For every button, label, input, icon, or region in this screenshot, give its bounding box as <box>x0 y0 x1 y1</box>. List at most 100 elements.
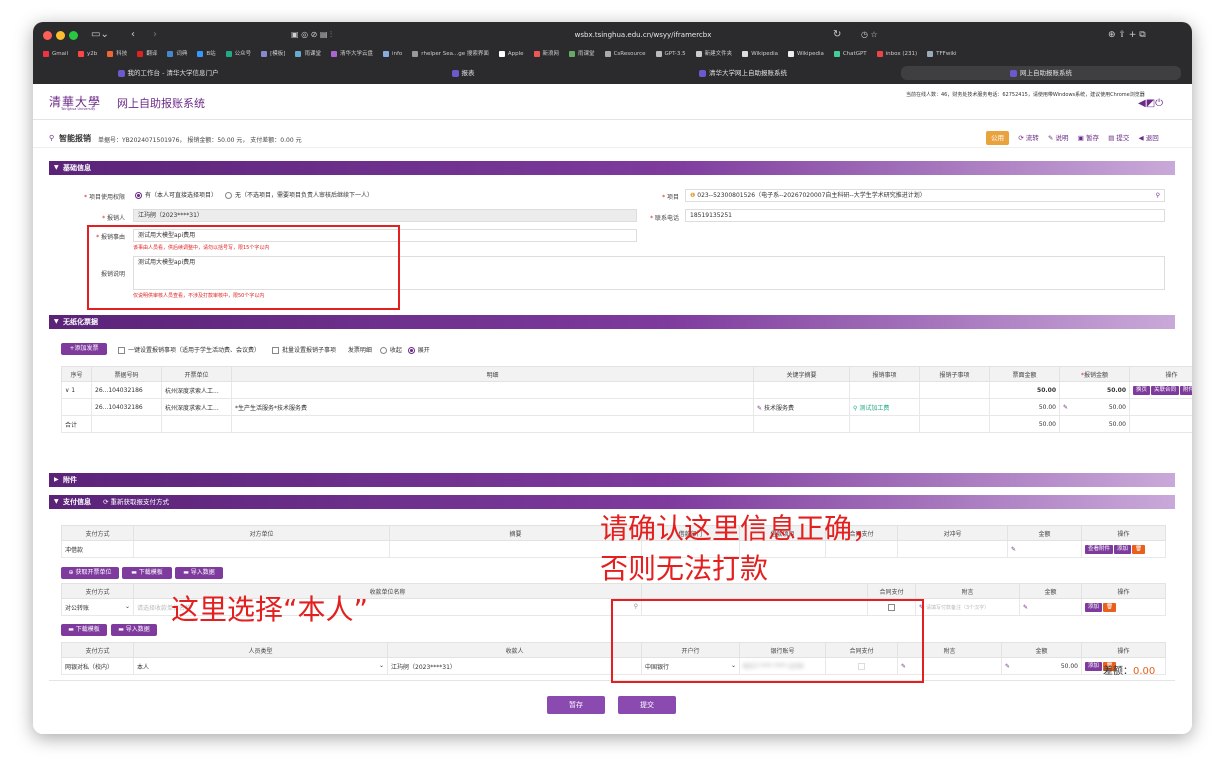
add-button[interactable]: 添加 <box>1085 602 1103 612</box>
bookmark-item[interactable]: 词典 <box>167 47 187 61</box>
radio-has-permission[interactable]: 有（本人可直接选择项目） <box>135 192 217 199</box>
payee-select[interactable]: 江玙舸（2023****31） <box>387 657 642 675</box>
col-header: 金额 <box>1019 583 1082 599</box>
add-invoice-button[interactable]: +添加发票 <box>61 343 107 355</box>
bookmark-item[interactable]: 雨课堂 <box>295 47 321 61</box>
header-icons[interactable]: ◀◩⏻ <box>1138 98 1163 109</box>
col-header: 票据号码 <box>91 366 162 382</box>
section-payment[interactable]: ▼ 支付信息 ⟳ 重新获取报支付方式 <box>49 495 1175 509</box>
phone-label: * 联系电话 <box>650 215 679 222</box>
url-bar[interactable]: wsbx.tsinghua.edu.cn/wsyy/iframercbx <box>523 28 763 42</box>
view-attachment-button[interactable]: 查看附件 <box>1085 544 1114 554</box>
bookmark-item[interactable]: rhelper Sea...ge 搜索界面 <box>412 47 489 61</box>
row-ops: 添加 🗑 <box>1081 598 1166 616</box>
note-field[interactable]: ✎ 请填写付款备注（3个汉字） <box>915 598 1020 616</box>
phone-field[interactable]: 18519135251 <box>685 209 1165 222</box>
reimb-amount-cell[interactable]: ✎ 50.00 <box>1059 398 1130 416</box>
public-button[interactable]: 公用 <box>986 131 1009 145</box>
import-data-button[interactable]: ▬ 导入数据 <box>175 567 223 579</box>
payment-method: 网银对私（校内） <box>61 657 134 675</box>
zoom-window-button[interactable] <box>69 31 78 40</box>
return-button[interactable]: ◀ 退回 <box>1139 131 1159 145</box>
link-contract-button[interactable]: 关联合同 <box>1151 385 1180 395</box>
close-window-button[interactable] <box>43 31 52 40</box>
bookmark-item[interactable]: ChatGPT <box>833 47 867 61</box>
attachment-button[interactable]: 附件 <box>1180 385 1192 395</box>
person-type-select[interactable]: 本人 ⌄ <box>133 657 388 675</box>
bookmark-item[interactable]: 清华大学云盘 <box>330 47 373 61</box>
radio-collapse[interactable]: 收起 <box>379 347 402 354</box>
section-basic-info[interactable]: ▼ 基础信息 <box>49 161 1175 175</box>
save-draft-button[interactable]: ▣ 暂存 <box>1078 131 1099 145</box>
bookmark-item[interactable]: B站 <box>197 47 216 61</box>
bookmark-item[interactable]: [模板] <box>261 47 285 61</box>
one-click-items-checkbox[interactable]: 一键设置报销事项（适用于学生活动费、会议费） <box>118 347 260 354</box>
reporter-field[interactable]: 江玙舸（2023****31） <box>133 209 637 222</box>
bookmark-item[interactable]: inbox (231) <box>876 47 917 61</box>
back-icon[interactable]: ‹ <box>131 29 135 41</box>
row-no <box>61 398 92 416</box>
tab-report[interactable]: 报表 <box>333 66 593 80</box>
project-field[interactable]: ❶ 023--52300801526（电子系--20267020007自主科研-… <box>685 189 1165 202</box>
submit-button[interactable]: ▤ 提交 <box>1108 131 1129 145</box>
bookmark-item[interactable]: TFFwiki <box>927 47 957 61</box>
bookmark-item[interactable]: 公众号 <box>225 47 251 61</box>
bookmark-item[interactable]: y2b <box>78 47 97 61</box>
fetch-issuer-button[interactable]: ⊕ 获取开票单位 <box>61 567 119 579</box>
keyword-cell[interactable]: ✎ 技术服务费 <box>753 398 850 416</box>
bookmark-item[interactable]: info <box>382 47 402 61</box>
reload-icon[interactable]: ↻ <box>833 29 841 41</box>
project-usage-label: * 项目使用权限 <box>84 194 125 201</box>
total-reimb: 50.00 <box>1059 415 1130 433</box>
sidebar-icon[interactable]: ▭⌄ <box>91 29 109 41</box>
bookmark-item[interactable]: Wikipedia <box>742 47 778 61</box>
item-cell[interactable]: ⚲ 测试加工费 <box>849 398 920 416</box>
submit-footer-button[interactable]: 提交 <box>618 696 676 714</box>
flow-button[interactable]: ⟳ 流转 <box>1018 131 1039 145</box>
bookmark-item[interactable]: Apple <box>498 47 524 61</box>
star-icon[interactable]: ◷ ☆ <box>861 29 878 41</box>
bookmark-item[interactable]: 新浪网 <box>533 47 559 61</box>
bookmark-item[interactable]: Gmail <box>43 47 68 61</box>
save-draft-footer-button[interactable]: 暂存 <box>547 696 605 714</box>
amount-cell[interactable]: ✎ <box>1007 540 1082 558</box>
col-header: 附言 <box>915 583 1020 599</box>
radio-expand[interactable]: 展开 <box>407 347 430 354</box>
toolbar-right-icons[interactable]: ⊕ ⇪ + ⧉ <box>1108 29 1146 41</box>
extensions-icon[interactable]: ▣ ◎ ⊘ ▤ ⫶ <box>291 29 332 41</box>
bookmark-item[interactable]: CsResource <box>604 47 646 61</box>
tab-portal[interactable]: 我的工作台 - 清华大学信息门户 <box>43 66 293 80</box>
bookmark-item[interactable]: 新建文件夹 <box>695 47 732 61</box>
change-button[interactable]: 换页 <box>1133 385 1151 395</box>
amount-cell[interactable]: ✎ 50.00 <box>1001 657 1082 675</box>
add-button[interactable]: 添加 <box>1085 661 1103 671</box>
amount-cell[interactable]: ✎ <box>1019 598 1082 616</box>
minimize-window-button[interactable] <box>56 31 65 40</box>
tab-reimburse[interactable]: 清华大学网上自助报账系统 <box>613 66 873 80</box>
download-template-button[interactable]: ▬ 下载模板 <box>122 567 172 579</box>
refetch-payment-link[interactable]: ⟳ 重新获取报支付方式 <box>103 498 169 506</box>
bookmark-item[interactable]: 科技 <box>107 47 127 61</box>
import-data-button-2[interactable]: ▬ 导入数据 <box>111 624 157 636</box>
bookmark-item[interactable]: 翻译 <box>137 47 157 61</box>
bookmark-item[interactable]: GPT-3.5 <box>655 47 686 61</box>
section-invoices[interactable]: ▼ 无纸化票据 <box>49 315 1175 329</box>
issuer: 杭州深度求索人工... <box>161 381 232 399</box>
delete-icon[interactable]: 🗑 <box>1103 602 1116 612</box>
download-template-button-2[interactable]: ▬ 下载模板 <box>61 624 107 636</box>
help-button[interactable]: ✎ 说明 <box>1048 131 1069 145</box>
bookmark-item[interactable]: 雨课堂 <box>569 47 595 61</box>
forward-icon[interactable]: › <box>153 29 157 41</box>
tab-active[interactable]: 网上自助报账系统 <box>901 66 1181 80</box>
col-header: 金额 <box>1001 642 1082 658</box>
row-toggle[interactable]: ∨ 1 <box>61 381 92 399</box>
add-button[interactable]: 添加 <box>1114 544 1132 554</box>
section-attachments[interactable]: ▶ 附件 <box>49 473 1175 487</box>
edit-icon: ✎ <box>1023 603 1029 611</box>
delete-icon[interactable]: 🗑 <box>1132 544 1146 554</box>
batch-subitems-checkbox[interactable]: 批量设置报销子事项 <box>271 347 336 354</box>
bookmark-item[interactable]: Wikipedia <box>788 47 824 61</box>
radio-no-permission[interactable]: 无（不选项目，需要项目负责人审核后继续下一人） <box>224 192 373 199</box>
payment-method-select[interactable]: 对公转账 ⌄ <box>61 598 134 616</box>
difference-display: 差额：0.00 <box>1103 666 1156 677</box>
